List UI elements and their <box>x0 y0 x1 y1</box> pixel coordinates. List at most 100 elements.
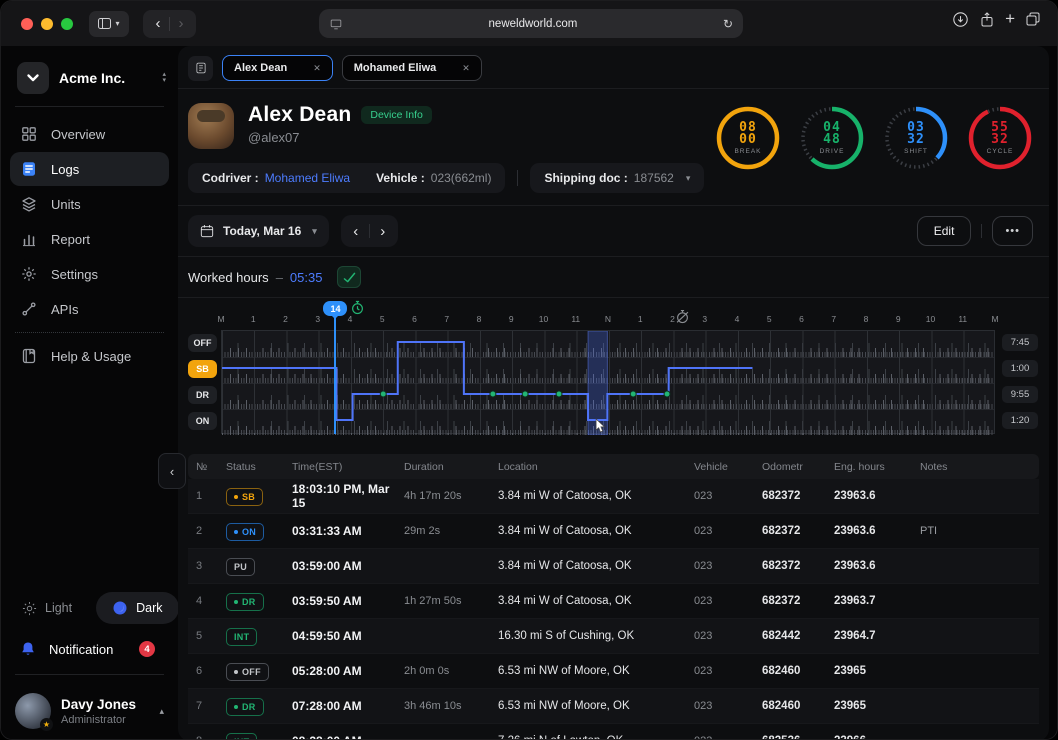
shipping-doc-pill[interactable]: Shipping doc : 187562 ▾ <box>530 163 704 193</box>
org-switch-icon[interactable]: ▴▾ <box>162 72 166 84</box>
duty-row-total-on: 1:20 <box>1002 412 1038 429</box>
driver-avatar <box>188 103 234 149</box>
sidebar-item-settings[interactable]: Settings <box>10 257 169 291</box>
shipping-doc-label: Shipping doc : <box>544 171 627 185</box>
axis-tick-label: 4 <box>735 314 740 324</box>
url-bar[interactable]: neweldworld.com ↻ <box>319 9 743 38</box>
time-marker-pill[interactable]: 14 <box>323 301 347 316</box>
org-switcher[interactable]: Acme Inc. ▴▾ <box>1 54 178 104</box>
signature-check-button[interactable] <box>337 266 361 288</box>
driver-header: Alex Dean Device Info @alex07 0800BREAK0… <box>178 89 1049 153</box>
column-header: Time(EST) <box>292 461 404 473</box>
cell-time: 03:31:33 AM <box>292 524 404 538</box>
sidebar-item-apis[interactable]: APIs <box>10 292 169 326</box>
notification-label: Notification <box>49 642 113 657</box>
date-picker-value: Today, Mar 16 <box>223 224 301 238</box>
back-button[interactable]: ‹ <box>147 15 169 32</box>
sidebar-item-label: Logs <box>51 162 79 177</box>
table-row[interactable]: 4DR03:59:50 AM1h 27m 50s3.84 mi W of Cat… <box>188 584 1039 619</box>
worked-hours-row: Worked hours – 05:35 <box>178 257 1049 297</box>
sidebar-item-report[interactable]: Report <box>10 222 169 256</box>
notification-item[interactable]: Notification 4 <box>1 632 178 666</box>
cell-time: 08:28:00 AM <box>292 734 404 740</box>
close-window-button[interactable] <box>21 18 33 30</box>
hos-gauges: 0800BREAK0448DRIVE0332SHIFT5532CYCLE <box>715 98 1033 176</box>
share-button[interactable] <box>979 11 995 28</box>
codriver-link[interactable]: Mohamed Eliwa <box>265 171 350 185</box>
cell-time: 03:59:00 AM <box>292 559 404 573</box>
document-icon <box>195 62 207 74</box>
driver-tab-1[interactable]: Alex Dean✕ <box>222 55 333 81</box>
axis-tick-label: 8 <box>477 314 482 324</box>
tab-overview-button[interactable] <box>1025 11 1041 27</box>
driver-handle: @alex07 <box>248 130 432 145</box>
book-icon <box>20 348 38 364</box>
cell-odo: 682460 <box>762 665 834 677</box>
minimize-window-button[interactable] <box>41 18 53 30</box>
moon-icon <box>112 600 128 616</box>
sidebar-item-help-usage[interactable]: Help & Usage <box>10 339 169 373</box>
cell-time: 07:28:00 AM <box>292 699 404 713</box>
table-row[interactable]: 6OFF05:28:00 AM2h 0m 0s6.53 mi NW of Moo… <box>188 654 1039 689</box>
close-tab-icon[interactable]: ✕ <box>462 63 470 74</box>
notification-count-badge: 4 <box>139 641 155 657</box>
axis-tick-label: M <box>217 314 224 324</box>
table-row[interactable]: 7DR07:28:00 AM3h 46m 10s6.53 mi NW of Mo… <box>188 689 1039 724</box>
browser-nav: ‹ › <box>143 10 196 38</box>
cell-eng: 23964.7 <box>834 630 920 642</box>
sidebar-collapse-button[interactable]: ‹ <box>158 453 186 489</box>
table-row[interactable]: 3PU03:59:00 AM3.84 mi W of Catoosa, OK02… <box>188 549 1039 584</box>
sidebar-item-label: Help & Usage <box>51 349 131 364</box>
duty-row-label-on[interactable]: ON <box>188 412 217 430</box>
timer-off-icon <box>675 309 690 329</box>
theme-dark-button[interactable]: Dark <box>96 592 178 624</box>
axis-tick-label: 11 <box>958 314 967 324</box>
sidebar-item-label: APIs <box>51 302 78 317</box>
column-header: Duration <box>404 461 498 473</box>
bell-icon <box>20 641 36 657</box>
axis-tick-label: M <box>991 314 998 324</box>
axis-tick-label: 9 <box>896 314 901 324</box>
edit-button[interactable]: Edit <box>917 216 972 246</box>
downloads-button[interactable] <box>952 11 969 28</box>
reload-icon[interactable]: ↻ <box>723 17 733 31</box>
zoom-window-button[interactable] <box>61 18 73 30</box>
browser-sidebar-toggle[interactable]: ▾ <box>89 11 129 37</box>
divider <box>15 332 164 333</box>
column-header: Odometr <box>762 461 834 473</box>
more-options-button[interactable]: ••• <box>992 216 1033 246</box>
column-header: Vehicle <box>694 461 762 473</box>
forward-button[interactable]: › <box>170 15 192 32</box>
date-picker[interactable]: Today, Mar 16 ▾ <box>188 215 329 247</box>
new-tab-button[interactable]: + <box>1005 9 1015 29</box>
next-day-button[interactable]: › <box>370 223 396 240</box>
prev-day-button[interactable]: ‹ <box>343 223 369 240</box>
theme-light-button[interactable]: Light <box>10 601 84 616</box>
driver-tab-2[interactable]: Mohamed Eliwa✕ <box>342 55 482 81</box>
duty-row-label-sb[interactable]: SB <box>188 360 217 378</box>
duty-status-graph[interactable]: M1234567891011N1234567891011MOFF7:45SB1:… <box>188 300 1039 446</box>
user-profile[interactable]: ★ Davy Jones Administrator ▴ <box>1 685 178 731</box>
cell-odo: 682372 <box>762 560 834 572</box>
close-tab-icon[interactable]: ✕ <box>313 63 321 74</box>
cell-dur: 1h 27m 50s <box>404 595 498 607</box>
table-row[interactable]: 5INT04:59:50 AM16.30 mi S of Cushing, OK… <box>188 619 1039 654</box>
chevron-up-icon[interactable]: ▴ <box>159 706 164 717</box>
table-row[interactable]: 1SB18:03:10 PM, Mar 154h 17m 20s3.84 mi … <box>188 479 1039 514</box>
cell-time: 03:59:50 AM <box>292 594 404 608</box>
device-info-badge[interactable]: Device Info <box>361 106 432 124</box>
gauge-label: CYCLE <box>987 148 1014 155</box>
time-marker-line <box>334 318 336 434</box>
duty-row-label-off[interactable]: OFF <box>188 334 217 352</box>
duty-row-label-dr[interactable]: DR <box>188 386 217 404</box>
table-row[interactable]: 8INT08:28:00 AM7.26 mi N of Lawton, OK02… <box>188 724 1039 740</box>
cell-odo: 682442 <box>762 630 834 642</box>
sidebar-item-units[interactable]: Units <box>10 187 169 221</box>
sidebar-item-overview[interactable]: Overview <box>10 117 169 151</box>
theme-toggle: Light Dark <box>10 592 169 624</box>
tab-list-button[interactable] <box>188 56 213 81</box>
sidebar-item-logs[interactable]: Logs <box>10 152 169 186</box>
table-row[interactable]: 2ON03:31:33 AM29m 2s3.84 mi W of Catoosa… <box>188 514 1039 549</box>
graph-grid[interactable] <box>221 330 995 434</box>
cell-num: 7 <box>196 700 226 712</box>
